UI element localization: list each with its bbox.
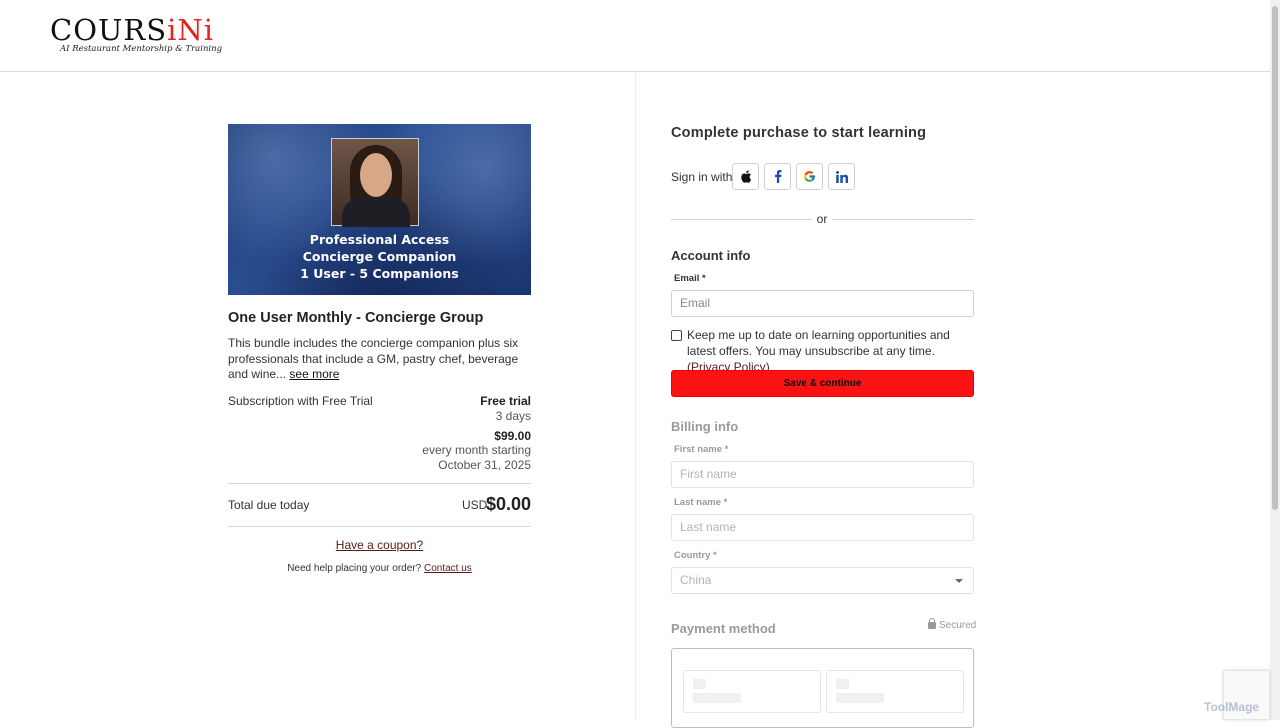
contact-us-link[interactable]: Contact us [424,563,472,574]
help-text: Need help placing your order? Contact us [287,563,472,574]
google-icon [804,171,815,182]
google-signin-button[interactable] [796,163,823,190]
total-label: Total due today [228,498,310,512]
newsletter-checkbox[interactable] [671,330,682,341]
summary-divider [228,483,531,484]
product-description: This bundle includes the concierge compa… [228,336,519,381]
total-amount: $0.00 [485,494,531,514]
column-divider [635,72,636,720]
or-separator: or [816,212,828,226]
watermark-text: ToolMage [1204,700,1260,714]
scrollbar-thumb[interactable] [1272,6,1278,510]
product-title: One User Monthly - Concierge Group [228,310,484,326]
first-name-label: First name * [674,444,729,455]
concierge-portrait [331,138,419,227]
trial-duration: 3 days [495,409,531,423]
site-header: COURSiNi AI Restaurant Mentorship & Trai… [0,0,1270,72]
first-name-input[interactable]: First name [671,461,974,488]
facebook-icon [774,170,781,183]
facebook-signin-button[interactable] [764,163,791,190]
price-note: every month starting October 31, 2025 [422,443,531,472]
payment-option-loading[interactable] [683,670,821,713]
coupon-link[interactable]: Have a coupon? [228,538,531,552]
divider-line [671,219,812,220]
country-select[interactable]: China [671,567,974,594]
last-name-label: Last name * [674,497,728,508]
last-name-input[interactable]: Last name [671,514,974,541]
account-info-heading: Account info [671,248,751,263]
country-value: China [680,573,712,587]
linkedin-icon [835,170,848,183]
logo-tagline: AI Restaurant Mentorship & Training [60,44,223,54]
payment-method-box [671,648,974,728]
banner-line-1: Professional Access [309,232,450,247]
newsletter-consent-text: Keep me up to date on learning opportuni… [687,328,950,374]
apple-icon [740,170,751,183]
signin-label: Sign in with [671,170,733,184]
email-label: Email * [674,273,706,284]
payment-method-heading: Payment method [671,621,776,636]
apple-signin-button[interactable] [732,163,759,190]
lock-icon [928,618,936,629]
page-scrollbar[interactable] [1270,0,1280,720]
banner-line-2: Concierge Companion [302,249,457,264]
email-input[interactable]: Email [671,290,974,317]
divider-line [832,219,974,220]
save-continue-button[interactable]: Save & continue [671,370,974,397]
chevron-down-icon [955,579,963,583]
see-more-link[interactable]: see more [289,367,339,381]
trial-label: Free trial [480,394,531,408]
plan-price: $99.00 [494,429,531,443]
logo-wordmark: COURSiNi [50,13,215,47]
plan-label: Subscription with Free Trial [228,394,373,408]
summary-divider [228,526,531,527]
coursini-logo[interactable]: COURSiNi AI Restaurant Mentorship & Trai… [50,14,222,60]
checkout-title: Complete purchase to start learning [671,125,927,141]
secured-badge: Secured [928,618,976,631]
total-currency: USD [462,498,488,512]
product-banner-image: Professional Access Concierge Companion … [228,124,531,295]
country-label: Country * [674,550,717,561]
payment-option-loading[interactable] [826,670,964,713]
linkedin-signin-button[interactable] [828,163,855,190]
banner-line-3: 1 User - 5 Companions [300,266,459,281]
billing-info-heading: Billing info [671,419,739,434]
